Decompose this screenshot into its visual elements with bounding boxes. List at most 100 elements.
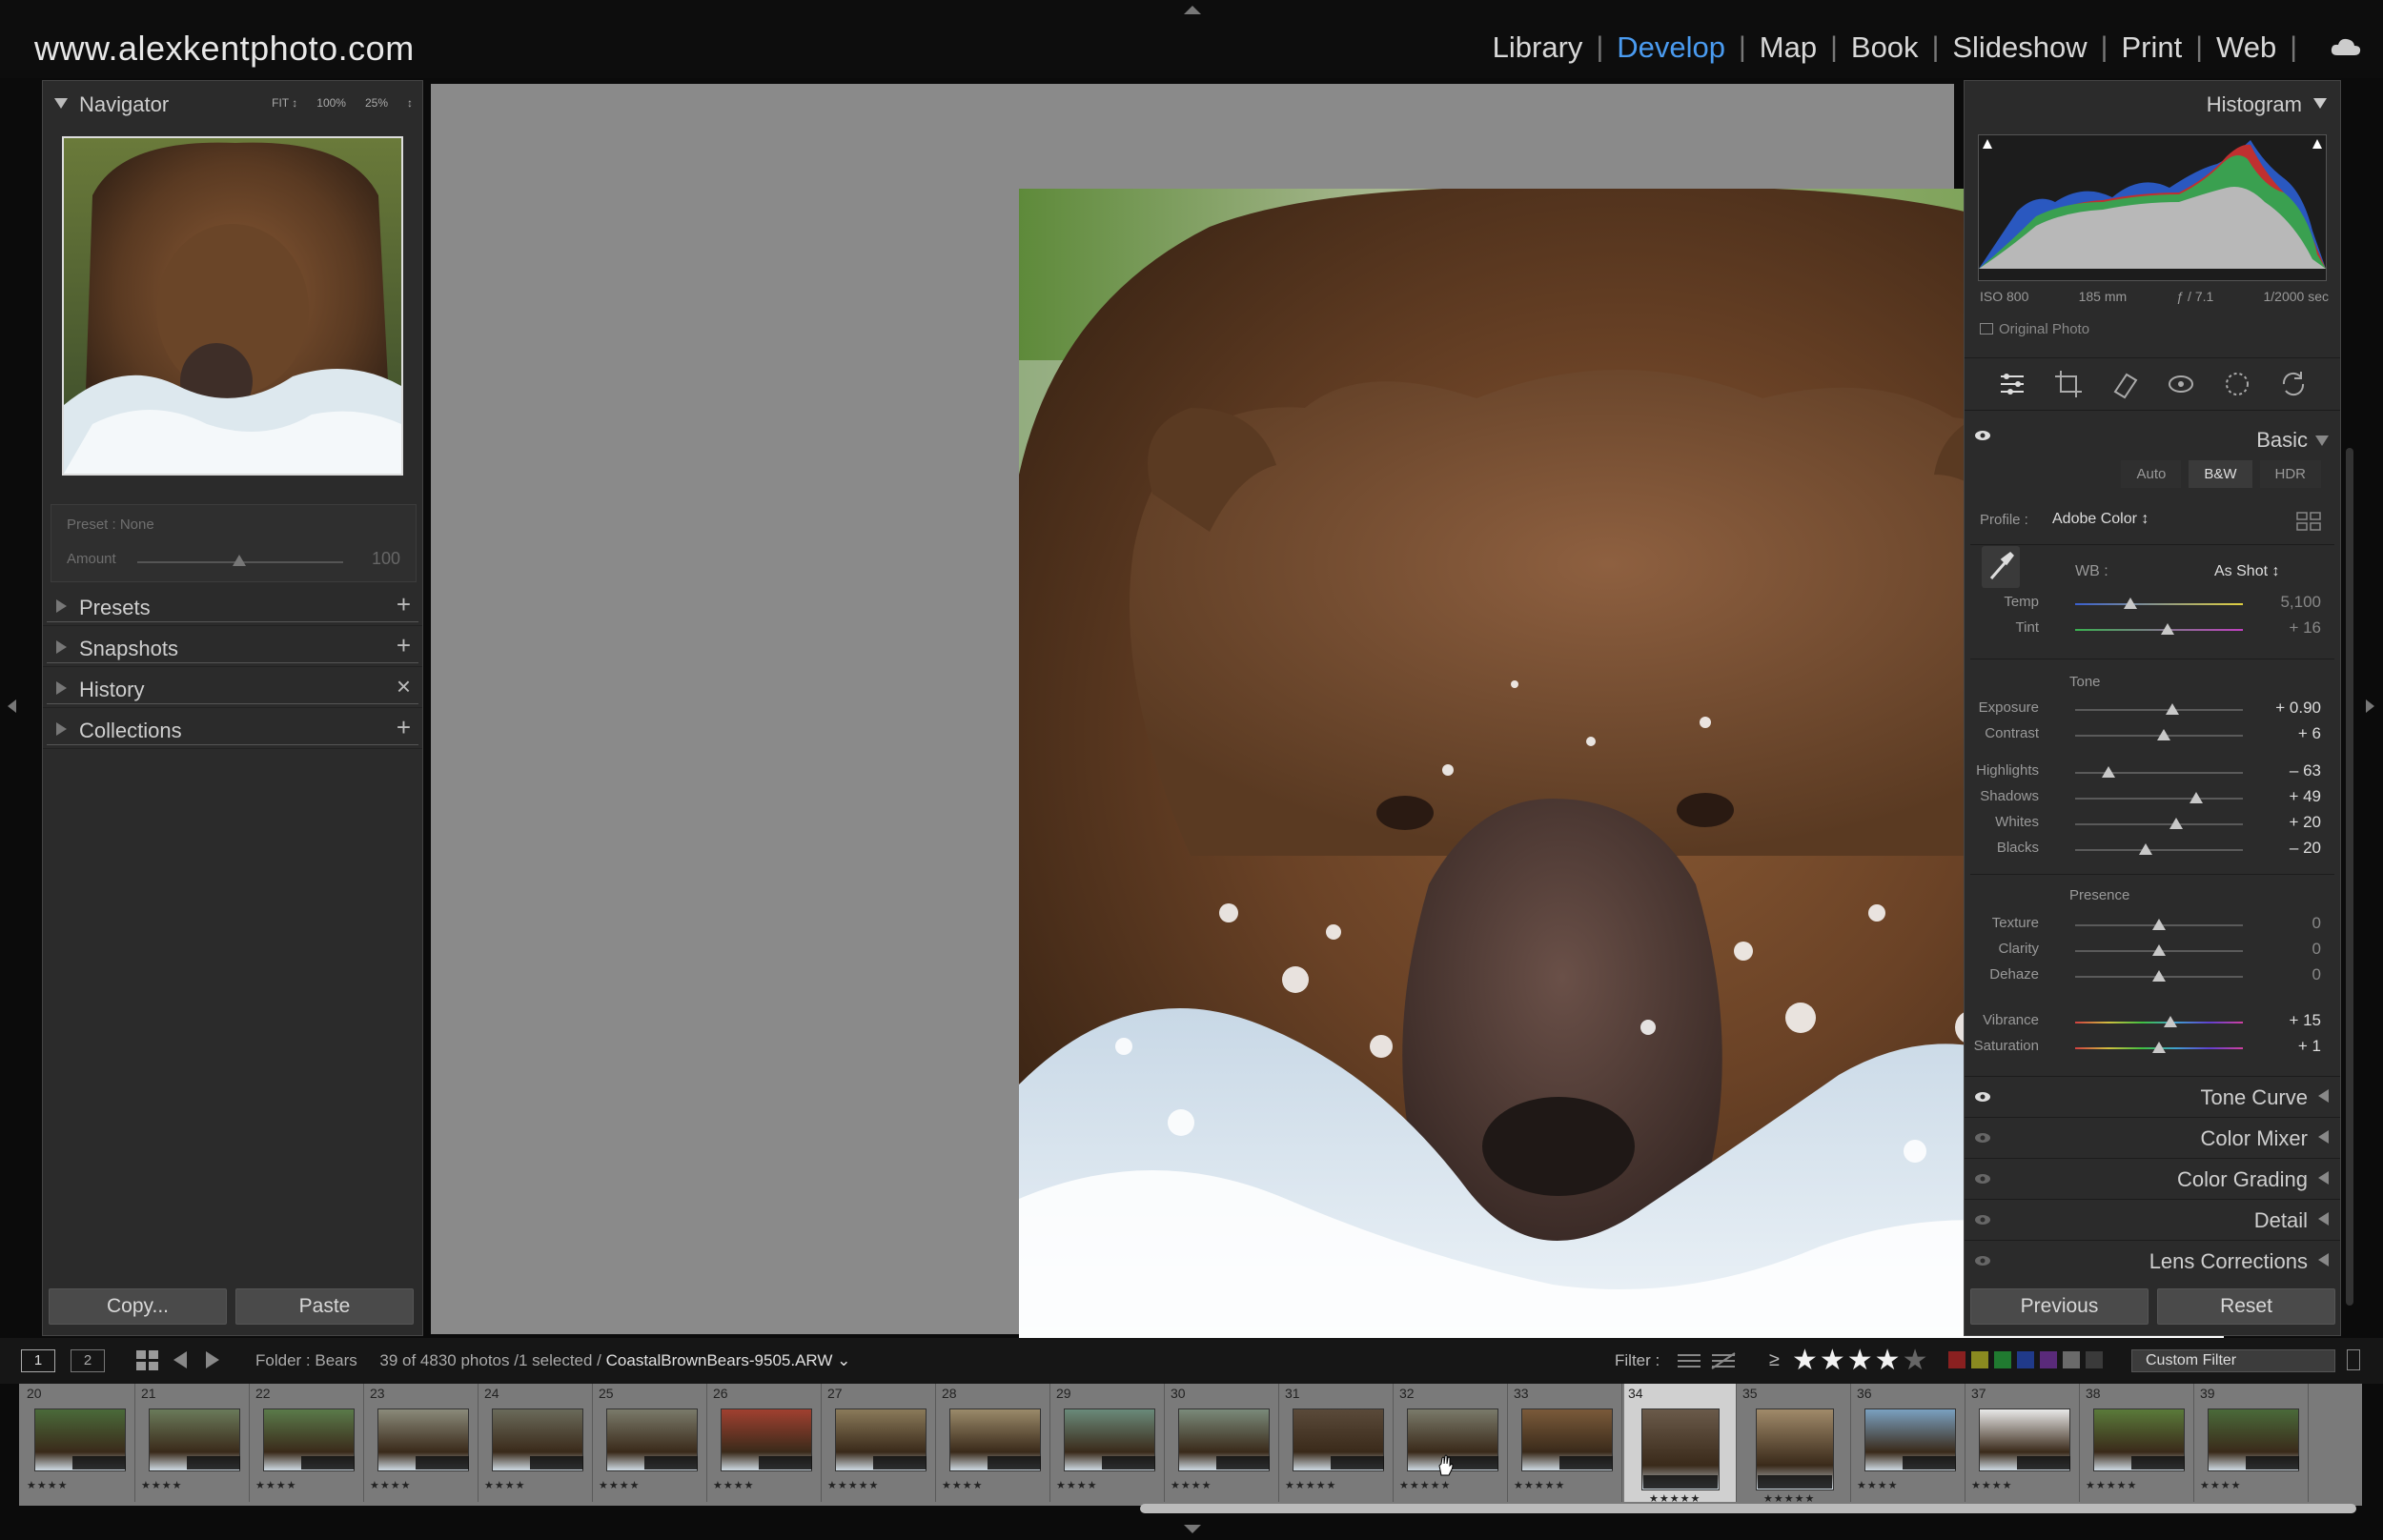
filmstrip-cell[interactable]: 31 ★★★★★ xyxy=(1281,1384,1394,1502)
second-screen-button[interactable]: 2 xyxy=(71,1349,105,1372)
vibrance-slider-track[interactable] xyxy=(2075,1022,2243,1023)
shadows-slider-row[interactable]: Shadows + 49 xyxy=(1965,786,2340,809)
zoom-100[interactable]: 100% xyxy=(316,96,346,110)
masking-icon[interactable] xyxy=(2220,367,2254,401)
color-swatch-2[interactable] xyxy=(1994,1351,2011,1368)
detail-section[interactable]: Detail xyxy=(1965,1199,2340,1239)
red-eye-icon[interactable] xyxy=(2164,367,2198,401)
hdr-button[interactable]: HDR xyxy=(2259,460,2321,488)
profile-select[interactable]: Adobe Color ↕ xyxy=(2052,511,2149,528)
amount-slider-knob[interactable] xyxy=(233,555,246,566)
contrast-value[interactable]: + 6 xyxy=(2298,724,2321,743)
filmstrip-cell[interactable]: 29 ★★★★ xyxy=(1052,1384,1165,1502)
color-swatch-5[interactable] xyxy=(2063,1351,2080,1368)
clear-history-icon[interactable]: × xyxy=(397,672,411,701)
filmstrip[interactable]: 20 ★★★★ 21 ★★★★ 22 ★★★★ 23 ★★★★ 24 ★★★★ 25 ★★★★ 26 ★★… xyxy=(19,1384,2362,1506)
texture-value[interactable]: 0 xyxy=(2312,914,2321,933)
eye-icon[interactable] xyxy=(1974,1091,1991,1103)
collapse-triangle-icon[interactable] xyxy=(2313,98,2327,109)
collapse-triangle-icon[interactable] xyxy=(54,98,68,109)
temp-slider-knob[interactable] xyxy=(2124,598,2138,609)
reset-button[interactable]: Reset xyxy=(2157,1288,2335,1325)
history-section[interactable]: History × xyxy=(43,668,422,708)
profile-browser-grid-icon[interactable] xyxy=(2296,512,2321,531)
texture-slider-knob[interactable] xyxy=(2152,919,2166,930)
add-preset-icon[interactable]: + xyxy=(397,590,411,619)
eye-icon[interactable] xyxy=(1974,1214,1991,1226)
custom-filter-select[interactable]: Custom Filter xyxy=(2131,1349,2335,1372)
dehaze-value[interactable]: 0 xyxy=(2312,965,2321,984)
source-indicator[interactable]: Folder : Bears 39 of 4830 photos /1 sele… xyxy=(255,1351,850,1370)
paste-button[interactable]: Paste xyxy=(235,1288,414,1325)
eye-icon[interactable] xyxy=(1974,1173,1991,1185)
module-library[interactable]: Library xyxy=(1479,30,1597,65)
filmstrip-cell[interactable]: 35 ★★★★★ xyxy=(1739,1384,1851,1505)
healing-eraser-icon[interactable] xyxy=(2108,367,2142,401)
color-mixer-section[interactable]: Color Mixer xyxy=(1965,1117,2340,1157)
left-panel-toggle-icon[interactable] xyxy=(8,699,16,713)
module-develop[interactable]: Develop xyxy=(1603,30,1739,65)
snapshots-section[interactable]: Snapshots + xyxy=(43,627,422,667)
filmstrip-cell[interactable]: 32 ★★★★★ xyxy=(1395,1384,1508,1502)
histogram[interactable] xyxy=(1978,134,2327,281)
blacks-value[interactable]: – 20 xyxy=(2290,839,2321,858)
color-swatch-6[interactable] xyxy=(2086,1351,2103,1368)
collapse-triangle-icon[interactable] xyxy=(2315,436,2329,446)
filmstrip-cell[interactable]: 22 ★★★★ xyxy=(252,1384,364,1502)
filmstrip-cell[interactable]: 23 ★★★★ xyxy=(366,1384,479,1502)
presets-sync-icon[interactable] xyxy=(2276,367,2311,401)
filmstrip-cell[interactable]: 34 ★★★★★ xyxy=(1624,1384,1737,1505)
blacks-slider-row[interactable]: Blacks – 20 xyxy=(1965,838,2340,861)
tint-value[interactable]: + 16 xyxy=(2289,618,2321,638)
color-swatch-0[interactable] xyxy=(1948,1351,1965,1368)
vibrance-slider-row[interactable]: Vibrance + 15 xyxy=(1965,1010,2340,1033)
right-panel-toggle-icon[interactable] xyxy=(2366,699,2374,713)
tint-slider-knob[interactable] xyxy=(2160,623,2174,635)
filmstrip-cell[interactable]: 20 ★★★★ xyxy=(23,1384,135,1502)
temp-value[interactable]: 5,100 xyxy=(2280,593,2321,612)
dehaze-slider-knob[interactable] xyxy=(2152,970,2166,982)
temp-slider-row[interactable]: Temp 5,100 xyxy=(1965,592,2340,615)
vibrance-value[interactable]: + 15 xyxy=(2289,1011,2321,1030)
shadows-slider-knob[interactable] xyxy=(2189,792,2203,803)
saturation-slider-knob[interactable] xyxy=(2152,1042,2166,1053)
filmstrip-cell[interactable]: 28 ★★★★ xyxy=(938,1384,1050,1502)
zoom-25[interactable]: 25% xyxy=(365,96,388,110)
vibrance-slider-knob[interactable] xyxy=(2164,1016,2178,1027)
exposure-slider-knob[interactable] xyxy=(2166,703,2180,715)
right-panel-scrollbar[interactable] xyxy=(2346,448,2353,1306)
rating-filter[interactable]: ★★★★★ xyxy=(1792,1344,1929,1377)
image-canvas[interactable] xyxy=(431,84,2224,1395)
saturation-slider-row[interactable]: Saturation + 1 xyxy=(1965,1036,2340,1059)
bottom-panel-toggle-icon[interactable] xyxy=(1184,1525,1201,1533)
whites-slider-knob[interactable] xyxy=(2169,818,2183,829)
module-map[interactable]: Map xyxy=(1746,30,1830,65)
cloud-sync-icon[interactable] xyxy=(2330,36,2362,57)
exposure-slider-row[interactable]: Exposure + 0.90 xyxy=(1965,698,2340,720)
exposure-value[interactable]: + 0.90 xyxy=(2275,699,2321,718)
navigator-header[interactable]: Navigator FIT ↕ 100% 25% ↕ xyxy=(43,81,422,129)
highlights-slider-track[interactable] xyxy=(2075,772,2243,774)
previous-photo-arrow-icon[interactable] xyxy=(173,1351,187,1368)
filmstrip-cell[interactable]: 26 ★★★★ xyxy=(709,1384,822,1502)
eye-icon[interactable] xyxy=(1974,1132,1991,1144)
selected-filename[interactable]: CoastalBrownBears-9505.ARW ⌄ xyxy=(606,1351,851,1369)
highlights-value[interactable]: – 63 xyxy=(2290,761,2321,780)
auto-button[interactable]: Auto xyxy=(2121,460,2182,488)
filter-toggle-icons[interactable] xyxy=(1674,1349,1741,1372)
dehaze-slider-row[interactable]: Dehaze 0 xyxy=(1965,964,2340,987)
edit-sliders-icon[interactable] xyxy=(1995,367,2029,401)
main-screen-button[interactable]: 1 xyxy=(21,1349,55,1372)
temp-slider-track[interactable] xyxy=(2075,603,2243,605)
bw-button[interactable]: B&W xyxy=(2189,460,2252,488)
tint-slider-row[interactable]: Tint + 16 xyxy=(1965,618,2340,640)
contrast-slider-row[interactable]: Contrast + 6 xyxy=(1965,723,2340,746)
previous-button[interactable]: Previous xyxy=(1970,1288,2149,1325)
shadows-slider-track[interactable] xyxy=(2075,798,2243,800)
lens-corrections-section[interactable]: Lens Corrections xyxy=(1965,1240,2340,1280)
module-web[interactable]: Web xyxy=(2203,30,2290,65)
add-snapshot-icon[interactable]: + xyxy=(397,631,411,660)
original-photo-toggle[interactable]: Original Photo xyxy=(1980,321,2089,337)
collections-section[interactable]: Collections + xyxy=(43,709,422,749)
grid-view-icon[interactable] xyxy=(135,1349,160,1372)
